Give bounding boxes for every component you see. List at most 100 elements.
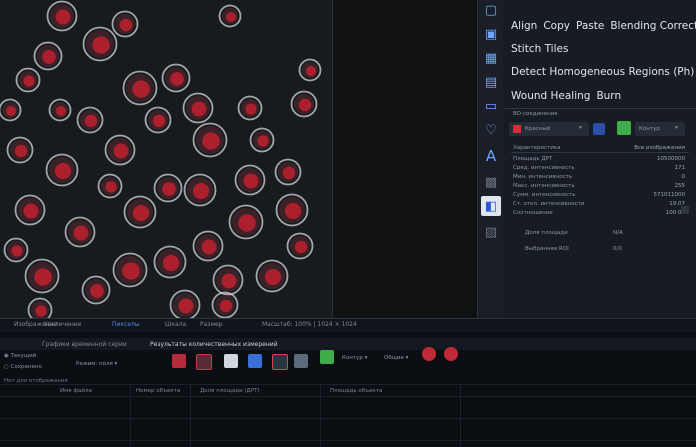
contour-select[interactable]: Контур ▾ [342,355,367,361]
cell-nucleus [42,50,56,64]
heart-shape-icon[interactable]: ♡ [481,120,501,140]
cell-nucleus [306,66,316,76]
selected-roi-value: 0/0 [613,246,622,252]
cell-nucleus [170,72,184,86]
grid-overlay-icon[interactable]: ▩ [481,172,501,192]
cell-nucleus [152,114,166,128]
menu-wound-healing[interactable]: Wound Healing [511,90,590,102]
vertical-toolbar: ▢ ▣ ▦ ▤ ▭ ♡ A ▩ ◧ ▨ [477,0,504,318]
tab-time-series[interactable]: Графики временной серии [42,341,127,348]
analysis-panel: Align Copy Paste Blending Correction Stitch… [503,0,696,318]
property-value: 255 [674,183,686,189]
cell-nucleus [178,298,194,314]
selected-roi-label: Выбранная ROI [525,246,569,252]
col-file-name[interactable]: Имя файла [60,388,92,394]
refresh-icon[interactable] [422,347,436,361]
red-channel-icon [513,125,521,133]
table-icon[interactable] [294,354,308,368]
menu-copy[interactable]: Copy [543,20,570,32]
cell-nucleus [298,98,312,112]
option-saved[interactable]: ○ Сохранено [4,364,42,370]
text-tool-icon[interactable]: A [481,146,501,166]
image-viewer[interactable] [0,0,332,318]
general-select[interactable]: Общие ▾ [384,355,408,361]
grid-line [190,384,191,447]
menu-burn[interactable]: Burn [596,90,621,102]
grid-line [0,396,696,397]
color-map-icon[interactable] [320,350,334,364]
col-object-area[interactable]: Площадь объекта [330,388,382,394]
cell-nucleus [34,268,52,286]
layout-tool-icon[interactable]: ▤ [481,72,501,92]
heart-measure-icon[interactable] [196,354,212,370]
tab-pixels[interactable]: Пикселы [112,321,140,328]
chevron-down-icon: ▾ [579,125,582,131]
area-label: Доля площади [525,230,568,236]
option-saved-label: Сохранено [10,364,42,370]
chevron-down-icon: ▾ [675,125,678,131]
menu-paste[interactable]: Paste [576,20,604,32]
scroll-handle[interactable] [681,206,689,214]
reset-icon[interactable] [444,347,458,361]
edit-menu-row: Align Copy Paste Blending Correction [511,20,696,32]
col-object-number[interactable]: Номер объекта [136,388,180,394]
grid-tool-icon[interactable]: ▦ [481,48,501,68]
area-value: N/A [613,230,623,236]
window-tool-icon[interactable]: ▭ [481,96,501,116]
roi-tool-icon[interactable]: ▣ [481,24,501,44]
cell-nucleus [122,262,140,280]
chart-icon[interactable] [272,354,288,370]
tab-scale[interactable]: Шкала [165,321,186,328]
col-area-fraction[interactable]: Доля площади (ДРТ) [200,388,260,394]
mask-tool-icon[interactable]: ▨ [481,222,501,242]
menu-stitch-tiles[interactable]: Stitch Tiles [511,43,568,55]
cell-nucleus [191,101,207,117]
property-value: 19.07 [669,201,685,207]
menu-blending[interactable]: Blending Correction [610,20,696,32]
cell-nucleus [14,144,28,158]
grid-line [0,384,696,385]
property-value: 10500000 [657,156,685,162]
cell-nucleus [11,245,23,257]
image-tab-bar: Изображение Увеличение Пикселы Шкала Раз… [0,318,696,333]
cell-nucleus [226,12,236,22]
list-icon[interactable] [593,123,605,135]
document-icon[interactable] [224,354,238,368]
rectangle-tool-icon[interactable]: ▢ [481,0,501,20]
cell-nucleus [201,239,217,255]
cell-nucleus [35,305,47,317]
grid-line [0,440,696,441]
cell-nucleus [90,284,104,298]
overlay-select[interactable]: Контур ▾ [635,122,685,136]
image-export-icon[interactable] [248,354,262,368]
channel-select[interactable]: Красный ▾ [509,122,589,136]
menu-align[interactable]: Align [511,20,537,32]
tab-measurements[interactable]: Результаты количественных измерений [150,341,278,348]
cell-nucleus [6,106,16,116]
cell-nucleus [132,80,150,98]
selected-tool-icon[interactable]: ◧ [481,196,501,216]
status-text: Масштаб: 100% | 1024 × 1024 [262,321,357,328]
cell-nucleus [55,9,71,25]
property-value: 571011000 [653,192,686,198]
property-value: 171 [674,165,686,171]
cell-nucleus [54,162,72,180]
cell-nucleus [282,166,296,180]
tab-zoom[interactable]: Увеличение [44,321,81,328]
menu-detect-regions[interactable]: Detect Homogeneous Regions (Ph) [511,66,694,78]
property-label: Ст. откл. интенсивности [513,201,585,207]
secondary-viewer[interactable] [332,0,478,318]
section-label: BD-соединение [513,111,558,117]
measure-icon[interactable] [172,354,186,368]
image-icon[interactable] [617,121,631,135]
option-current-label: Текущий [10,353,37,359]
option-current[interactable]: ◉ Текущий [4,353,36,359]
props-header-right: Все изображения [634,145,685,151]
cell-nucleus [245,103,257,115]
property-label: Мин. интенсивность [513,174,573,180]
property-label: Сред. интенсивность [513,165,575,171]
property-value: 0 [681,174,686,180]
cell-nucleus [73,225,89,241]
mode-select[interactable]: Режим: поля ▾ [76,361,117,367]
tab-size[interactable]: Размер [200,321,223,328]
